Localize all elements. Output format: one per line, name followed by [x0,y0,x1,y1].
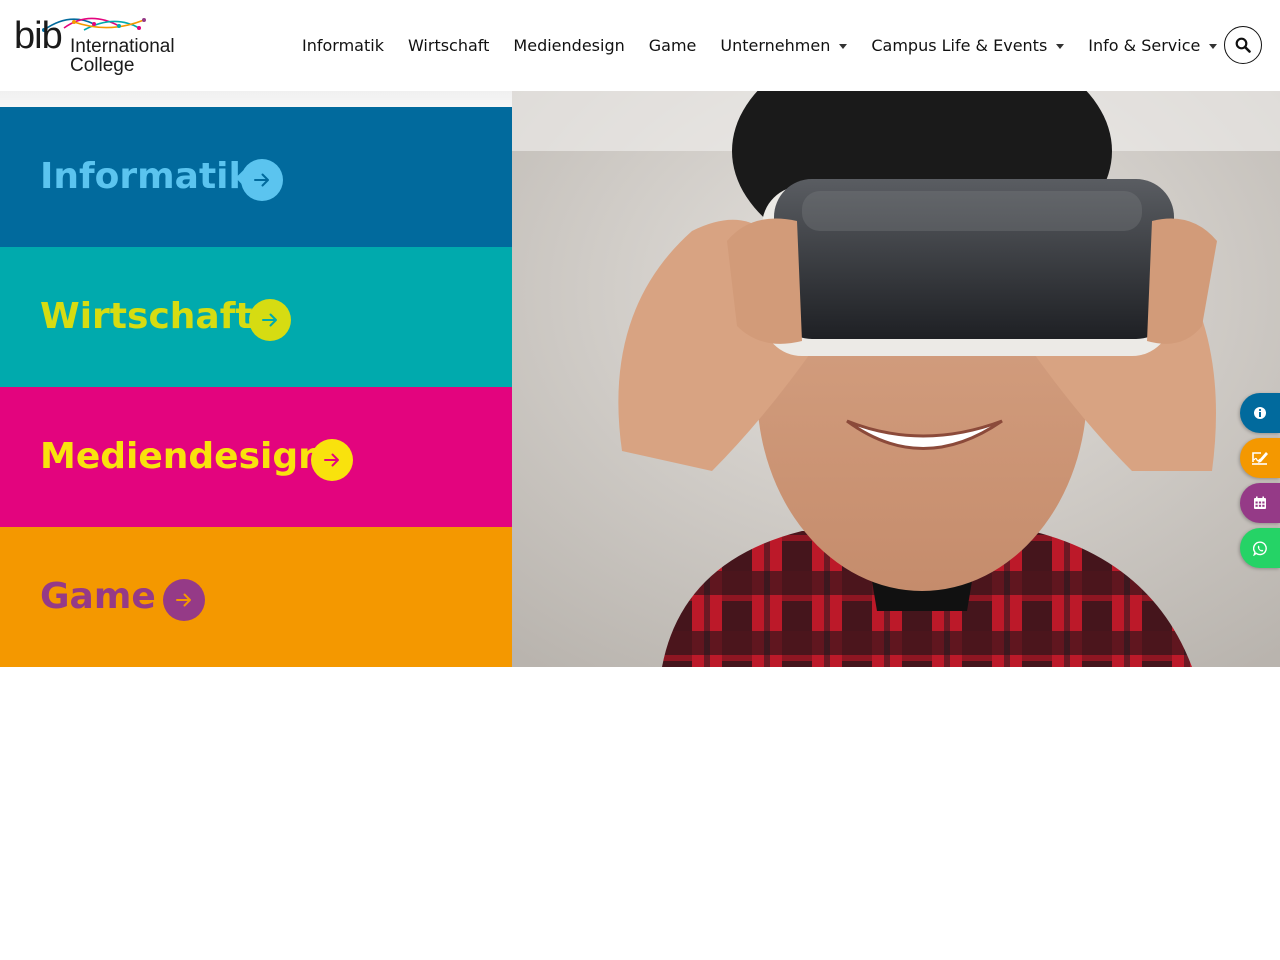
main-nav: Informatik Wirtschaft Mediendesign Game … [290,0,1229,91]
tile-wirtschaft[interactable]: Wirtschaft [0,247,512,387]
arrow-right-icon [311,439,353,481]
tile-informatik[interactable]: Informatik [0,107,512,247]
nav-item-unternehmen[interactable]: Unternehmen [708,26,859,66]
site-header: bib International College Informatik Wir… [0,0,1280,91]
nav-item-campus-life-events[interactable]: Campus Life & Events [859,26,1076,66]
bib-logo[interactable]: bib International College [14,14,176,76]
nav-label: Informatik [302,36,384,55]
logo-mark: bib [14,15,63,57]
tile-label: Mediendesign [40,436,324,477]
signature-icon [1252,452,1268,465]
nav-item-mediendesign[interactable]: Mediendesign [501,26,636,66]
nav-label: Mediendesign [513,36,625,55]
header-shadow [0,91,512,107]
tile-label: Game [40,576,156,617]
nav-label: Info & Service [1088,36,1201,55]
logo-line2: College [70,55,135,76]
nav-item-wirtschaft[interactable]: Wirtschaft [396,26,501,66]
vr-headset-photo [512,91,1280,667]
logo-line1: International [70,36,175,57]
info-icon [1254,407,1266,419]
calendar-icon [1254,496,1266,509]
caret-down-icon [1209,44,1218,49]
info-button[interactable] [1240,393,1280,433]
nav-label: Wirtschaft [407,36,490,55]
nav-item-informatik[interactable]: Informatik [290,26,396,66]
caret-down-icon [1056,44,1065,49]
search-button[interactable] [1224,26,1262,64]
nav-label: Campus Life & Events [871,36,1048,55]
nav-label: Unternehmen [720,36,831,55]
search-icon [1235,37,1251,53]
tile-label: Wirtschaft [40,296,253,337]
nav-item-info-service[interactable]: Info & Service [1076,26,1229,66]
nav-item-game[interactable]: Game [637,26,709,66]
arrow-right-icon [241,159,283,201]
nav-label: Game [648,36,697,55]
whatsapp-icon [1252,541,1267,556]
tile-label: Informatik [40,156,253,197]
arrow-right-icon [249,299,291,341]
application-button[interactable] [1240,438,1280,478]
caret-down-icon [839,44,848,49]
arrow-right-icon [163,579,205,621]
tile-mediendesign[interactable]: Mediendesign [0,387,512,527]
calendar-button[interactable] [1240,483,1280,523]
whatsapp-button[interactable] [1240,528,1280,568]
hero-image [512,91,1280,667]
tile-game[interactable]: Game [0,527,512,667]
